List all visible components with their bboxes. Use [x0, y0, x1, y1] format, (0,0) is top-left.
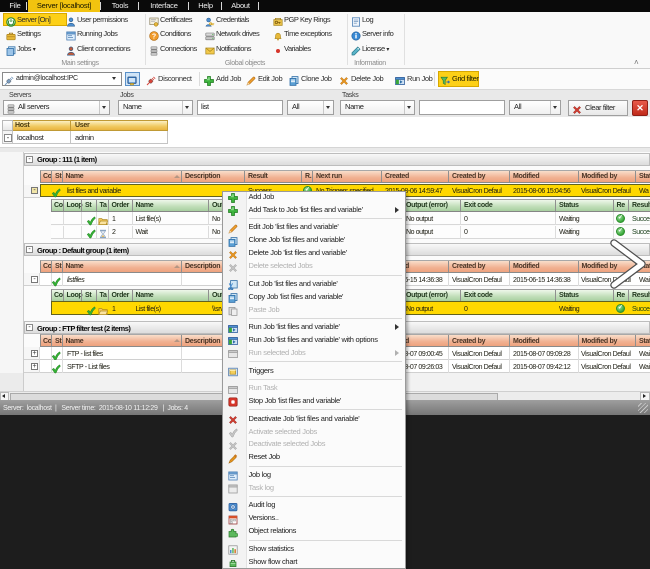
- svg-text:?: ?: [152, 33, 156, 40]
